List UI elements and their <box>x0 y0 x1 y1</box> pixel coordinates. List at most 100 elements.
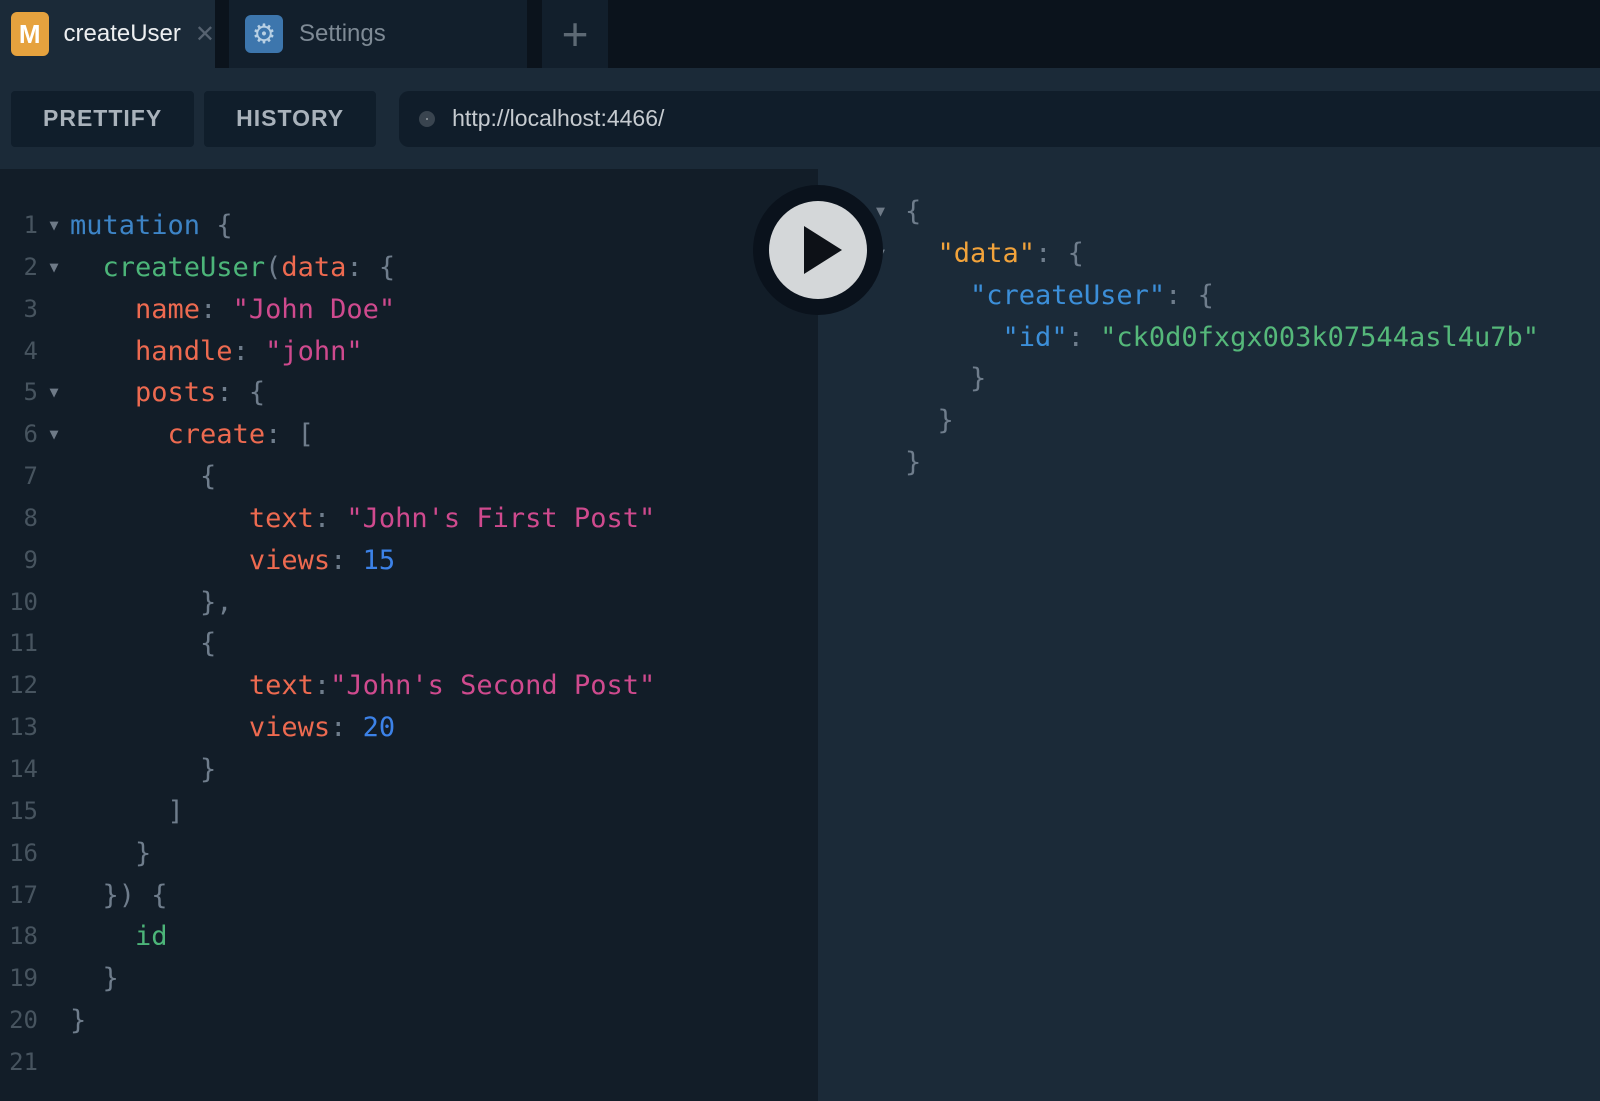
code-text: "createUser" <box>970 275 1165 317</box>
code-line: 9 views: 15 <box>0 540 818 582</box>
new-tab-button[interactable]: + <box>542 0 608 68</box>
line-number: 5 <box>0 372 38 414</box>
code-text: 15 <box>363 540 396 582</box>
code-line: ▼ "data": { <box>870 233 1600 275</box>
code-line: "id": "ck0d0fxgx003k07544asl4u7b" <box>870 317 1600 359</box>
code-line: 14 } <box>0 749 818 791</box>
toolbar: PRETTIFY HISTORY http://localhost:4466/ <box>0 68 1600 169</box>
history-button[interactable]: HISTORY <box>204 91 376 147</box>
endpoint-url-input[interactable]: http://localhost:4466/ <box>399 91 1600 147</box>
code-line: 4 handle: "john" <box>0 331 818 373</box>
code-line: 15 ] <box>0 791 818 833</box>
code-text <box>905 317 1003 359</box>
code-text: "ck0d0fxgx003k07544asl4u7b" <box>1100 317 1539 359</box>
code-text: views <box>249 707 330 749</box>
code-text: : [ <box>265 414 314 456</box>
line-number: 19 <box>0 958 38 1000</box>
code-line: 5▼ posts: { <box>0 372 818 414</box>
code-line: 17 }) { <box>0 875 818 917</box>
fold-spacer <box>38 331 70 373</box>
code-text: } <box>905 358 986 400</box>
fold-spacer <box>38 540 70 582</box>
session-tab-bar: M createUser ✕ ⚙ Settings + <box>0 0 1600 68</box>
code-text: id <box>135 916 168 958</box>
code-text: { <box>379 247 395 289</box>
code-text: : <box>200 289 233 331</box>
fold-spacer <box>870 275 905 317</box>
fold-arrow-icon[interactable]: ▼ <box>38 247 70 289</box>
mutation-badge-icon: M <box>11 12 49 56</box>
fold-arrow-icon[interactable]: ▼ <box>38 372 70 414</box>
code-text: "data" <box>938 233 1036 275</box>
code-text: : <box>314 498 347 540</box>
code-text: : <box>346 247 362 289</box>
code-text <box>70 372 135 414</box>
playground-main: 1▼mutation {2▼ createUser(data: {3 name:… <box>0 169 1600 1101</box>
code-line: 21 <box>0 1042 818 1084</box>
code-text: } <box>70 958 119 1000</box>
fold-spacer <box>870 400 905 442</box>
fold-arrow-icon[interactable]: ▼ <box>38 414 70 456</box>
code-text: views <box>249 540 330 582</box>
line-number: 20 <box>0 1000 38 1042</box>
code-text: "id" <box>1003 317 1068 359</box>
play-icon <box>804 226 842 274</box>
fold-spacer <box>38 1042 70 1084</box>
code-line: 16 } <box>0 833 818 875</box>
line-number: 14 <box>0 749 38 791</box>
fold-spacer <box>870 317 905 359</box>
code-line: 19 } <box>0 958 818 1000</box>
line-number: 9 <box>0 540 38 582</box>
code-text: text <box>249 498 314 540</box>
code-line: } <box>870 400 1600 442</box>
line-number: 2 <box>0 247 38 289</box>
code-text: handle <box>135 331 233 373</box>
execute-button-face <box>769 201 867 299</box>
code-line: 13 views: 20 <box>0 707 818 749</box>
code-text: }) { <box>70 875 168 917</box>
prettify-button[interactable]: PRETTIFY <box>11 91 194 147</box>
line-number: 1 <box>0 205 38 247</box>
line-number: 6 <box>0 414 38 456</box>
line-number: 3 <box>0 289 38 331</box>
code-line: 1▼mutation { <box>0 205 818 247</box>
code-text: name <box>135 289 200 331</box>
code-line: 10 }, <box>0 582 818 624</box>
code-text: "John's First Post" <box>346 498 655 540</box>
code-line: 11 { <box>0 623 818 665</box>
close-tab-icon[interactable]: ✕ <box>195 20 215 49</box>
line-number: 12 <box>0 665 38 707</box>
tab-create-user[interactable]: M createUser ✕ <box>0 0 215 68</box>
code-text: { <box>70 623 216 665</box>
code-line: "createUser": { <box>870 275 1600 317</box>
code-text: ( <box>265 247 281 289</box>
code-text: { <box>905 191 921 233</box>
code-text <box>905 233 938 275</box>
code-line: 20} <box>0 1000 818 1042</box>
code-text: "John's Second Post" <box>330 665 655 707</box>
endpoint-url-value: http://localhost:4466/ <box>452 105 664 132</box>
code-line: } <box>870 442 1600 484</box>
code-text: { <box>216 205 232 247</box>
line-number: 16 <box>0 833 38 875</box>
fold-spacer <box>38 665 70 707</box>
code-text: ] <box>70 791 184 833</box>
code-line: 3 name: "John Doe" <box>0 289 818 331</box>
connection-status-icon <box>419 111 435 127</box>
code-text: 20 <box>363 707 396 749</box>
tab-settings-label: Settings <box>299 20 386 48</box>
gear-icon: ⚙ <box>245 15 283 53</box>
query-editor[interactable]: 1▼mutation {2▼ createUser(data: {3 name:… <box>0 169 818 1101</box>
code-line: 12 text:"John's Second Post" <box>0 665 818 707</box>
fold-arrow-icon[interactable]: ▼ <box>38 205 70 247</box>
fold-spacer <box>38 707 70 749</box>
code-text: data <box>281 247 346 289</box>
execute-button[interactable] <box>753 185 883 315</box>
response-viewer: ▼{▼ "data": { "createUser": { "id": "ck0… <box>818 169 1600 1101</box>
code-text: : <box>330 540 363 582</box>
code-text: } <box>905 400 954 442</box>
code-text: create <box>168 414 266 456</box>
tab-settings[interactable]: ⚙ Settings <box>229 0 527 68</box>
code-text: createUser <box>103 247 266 289</box>
code-text <box>70 498 249 540</box>
